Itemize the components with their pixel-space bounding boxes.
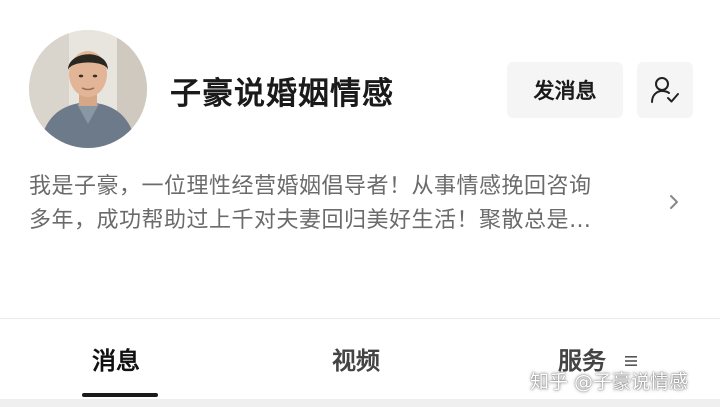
watermark: 知乎 @子豪说情感 (530, 371, 689, 393)
user-check-icon (651, 77, 679, 103)
bio-line: 多年，成功帮助过上千对夫妻回归美好生活！聚散总是… (29, 208, 592, 233)
chevron-right-icon (670, 195, 678, 209)
bio-expand-button[interactable] (662, 188, 686, 216)
tab-videos[interactable]: 视频 (332, 341, 380, 376)
profile-name: 子豪说婚姻情感 (170, 76, 394, 112)
avatar[interactable] (29, 30, 147, 148)
profile-bio: 我是子豪，一位理性经营婚姻倡导者！从事情感挽回咨询 多年，成功帮助过上千对夫妻回… (29, 170, 659, 238)
active-tab-indicator (82, 393, 158, 397)
tab-messages[interactable]: 消息 (92, 341, 140, 376)
profile-header: 子豪说婚姻情感 发消息 我是子豪，一位理性经营婚姻倡导者！从事情感挽回咨询 多年… (0, 0, 720, 318)
follow-button[interactable] (637, 62, 693, 118)
send-message-button[interactable]: 发消息 (507, 62, 623, 118)
bottom-bar (0, 399, 720, 407)
bio-line: 我是子豪，一位理性经营婚姻倡导者！从事情感挽回咨询 (29, 174, 592, 199)
avatar-image (29, 30, 147, 148)
menu-icon[interactable] (624, 353, 638, 367)
